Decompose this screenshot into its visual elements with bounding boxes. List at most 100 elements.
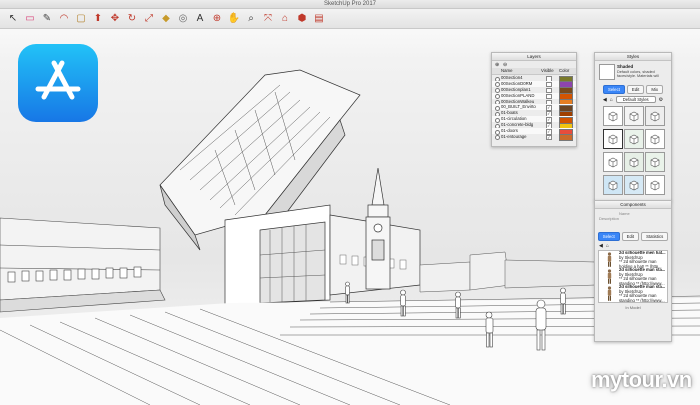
select-tool-icon[interactable]: ↖ — [6, 12, 20, 26]
layers-panel-title: Layers — [492, 53, 576, 61]
layers-panel-actions: ⊕ ⊖ — [492, 61, 576, 68]
layer-row[interactable]: 01-entourage ✓ — [492, 133, 576, 142]
tab-select[interactable]: Select — [597, 232, 620, 241]
app-store-icon — [18, 44, 98, 122]
layer-name: 00SectionPLAND — [501, 92, 535, 98]
component-item[interactable]: 2d silhouette men hat... by SketchUp ** 2d… — [599, 251, 667, 268]
layer-name: 01-boats — [501, 110, 518, 116]
cube-icon — [650, 180, 660, 191]
layer-color-swatch[interactable] — [559, 134, 573, 142]
cube-icon — [608, 134, 618, 145]
orbit-tool-icon[interactable]: ⊕ — [210, 12, 224, 26]
warehouse-icon[interactable]: ⌂ — [278, 12, 292, 26]
styles-panel-title: Styles — [595, 53, 671, 61]
style-thumbnail-cell[interactable] — [645, 175, 665, 195]
silhouette-figure-icon — [607, 286, 612, 301]
site-watermark: mytour.vn — [591, 367, 692, 392]
layers-header: Name Visible Color — [492, 68, 576, 75]
styles-panel: Styles Shaded Default colors, shaded fac… — [594, 52, 672, 201]
layers-panel: Layers ⊕ ⊖ Name Visible Color 00Section4… — [491, 52, 577, 147]
style-description: Default colors, shaded faces/style. Mate… — [617, 70, 659, 79]
component-item[interactable]: 2d silhouette man sta... by SketchUp ** 2d… — [599, 268, 667, 285]
styles-tabs: Select Edit Mix — [595, 85, 671, 94]
component-description-field[interactable]: Description — [599, 216, 667, 228]
sketchup-window: SketchUp Pro 2017 ↖ ▭ ✎ ◠ ▢ ⬆ ✥ ↻ ⤢ ◆ ◎ A ⊕ ✋ ⌕ ⤧ ⌂ ⬢ ▤ — [0, 0, 700, 405]
cube-icon — [650, 157, 660, 168]
comp-back-icon[interactable]: ◀ — [599, 243, 603, 249]
style-thumbnail-cell[interactable] — [645, 106, 665, 126]
cube-icon — [608, 157, 618, 168]
pan-tool-icon[interactable]: ✋ — [227, 12, 241, 26]
layer-name: 00SectionWalkeu — [501, 98, 535, 104]
components-nav: ◀ ⌂ — [595, 243, 671, 249]
layer-visible-checkbox[interactable]: ✓ — [546, 134, 552, 141]
rotate-tool-icon[interactable]: ↻ — [125, 12, 139, 26]
eraser-tool-icon[interactable]: ▭ — [23, 12, 37, 26]
cube-icon — [629, 111, 639, 122]
home-icon[interactable]: ⌂ — [610, 97, 613, 103]
tab-mix[interactable]: Mix — [646, 85, 664, 94]
main-toolbar: ↖ ▭ ✎ ◠ ▢ ⬆ ✥ ↻ ⤢ ◆ ◎ A ⊕ ✋ ⌕ ⤧ ⌂ ⬢ ▤ — [0, 9, 700, 29]
components-tabs: Select Edit Statistics — [595, 232, 671, 241]
zoom-extents-icon[interactable]: ⤧ — [261, 12, 275, 26]
comp-home-icon[interactable]: ⌂ — [606, 243, 609, 249]
style-thumbnail-cell[interactable] — [624, 129, 644, 149]
distant-buildings — [419, 251, 596, 293]
styles-collection-dropdown[interactable]: Default Styles — [615, 96, 656, 103]
tab-edit[interactable]: Edit — [621, 232, 640, 241]
move-tool-icon[interactable]: ✥ — [108, 12, 122, 26]
layer-name: 00_BUILT_Envirto — [501, 104, 536, 110]
style-thumbnail-cell[interactable] — [603, 129, 623, 149]
style-thumbnail-cell[interactable] — [624, 106, 644, 126]
style-thumbnail-cell[interactable] — [603, 175, 623, 195]
layer-name: 01-doors — [501, 128, 518, 134]
tab-edit[interactable]: Edit — [626, 85, 645, 94]
style-thumbnail-cell[interactable] — [624, 152, 644, 172]
cube-icon — [629, 157, 639, 168]
details-icon[interactable]: ⚙ — [659, 97, 663, 103]
components-list: 2d silhouette men hat... by SketchUp ** 2d… — [598, 250, 668, 303]
style-preview-area: Shaded Default colors, shaded faces/styl… — [595, 61, 671, 83]
line-tool-icon[interactable]: ✎ — [40, 12, 54, 26]
extension-warehouse-icon[interactable]: ⬢ — [295, 12, 309, 26]
components-panel: Components Name Description Select Edit St… — [594, 200, 672, 342]
send-to-layout-icon[interactable]: ▤ — [312, 12, 326, 26]
layers-col-color: Color — [559, 68, 570, 73]
cube-icon — [650, 111, 660, 122]
style-thumbnail-cell[interactable] — [624, 175, 644, 195]
styles-grid — [595, 106, 671, 195]
tab-select[interactable]: Select — [602, 85, 625, 94]
layer-name: 01-entourage — [501, 133, 527, 139]
tape-measure-icon[interactable]: ◎ — [176, 12, 190, 26]
arc-tool-icon[interactable]: ◠ — [57, 12, 71, 26]
cube-icon — [608, 111, 618, 122]
scale-tool-icon[interactable]: ⤢ — [142, 12, 156, 26]
back-icon[interactable]: ◀ — [603, 97, 607, 103]
style-thumbnail-cell[interactable] — [645, 152, 665, 172]
tab-statistics[interactable]: Statistics — [641, 232, 669, 241]
text-tool-icon[interactable]: A — [193, 12, 207, 26]
paint-bucket-icon[interactable]: ◆ — [159, 12, 173, 26]
layer-name: 00SectionD0RM — [501, 80, 533, 86]
rectangle-tool-icon[interactable]: ▢ — [74, 12, 88, 26]
cube-icon — [650, 134, 660, 145]
cube-icon — [629, 134, 639, 145]
style-thumbnail-cell[interactable] — [645, 129, 665, 149]
cube-icon — [629, 180, 639, 191]
app-store-glyph-icon — [35, 60, 81, 100]
active-layer-radio[interactable] — [495, 135, 500, 141]
component-item[interactable]: 2d silhouette man sta... by SketchUp ** 2d… — [599, 285, 667, 302]
silhouette-figure-icon — [607, 252, 612, 267]
components-panel-title: Components — [595, 201, 671, 209]
components-footer: In Model — [625, 305, 641, 310]
layer-name: 00Section4 — [501, 75, 523, 80]
silhouette-figure-icon — [607, 269, 612, 284]
component-info: Name Description — [595, 209, 671, 230]
component-desc-2: standing ** (http://www... — [619, 297, 665, 302]
style-thumbnail-cell[interactable] — [603, 152, 623, 172]
zoom-tool-icon[interactable]: ⌕ — [244, 12, 258, 26]
layer-name: 01-concrete-bldg — [501, 122, 534, 128]
push-pull-tool-icon[interactable]: ⬆ — [91, 12, 105, 26]
layers-col-visible: Visible — [541, 68, 554, 73]
style-thumbnail-cell[interactable] — [603, 106, 623, 126]
